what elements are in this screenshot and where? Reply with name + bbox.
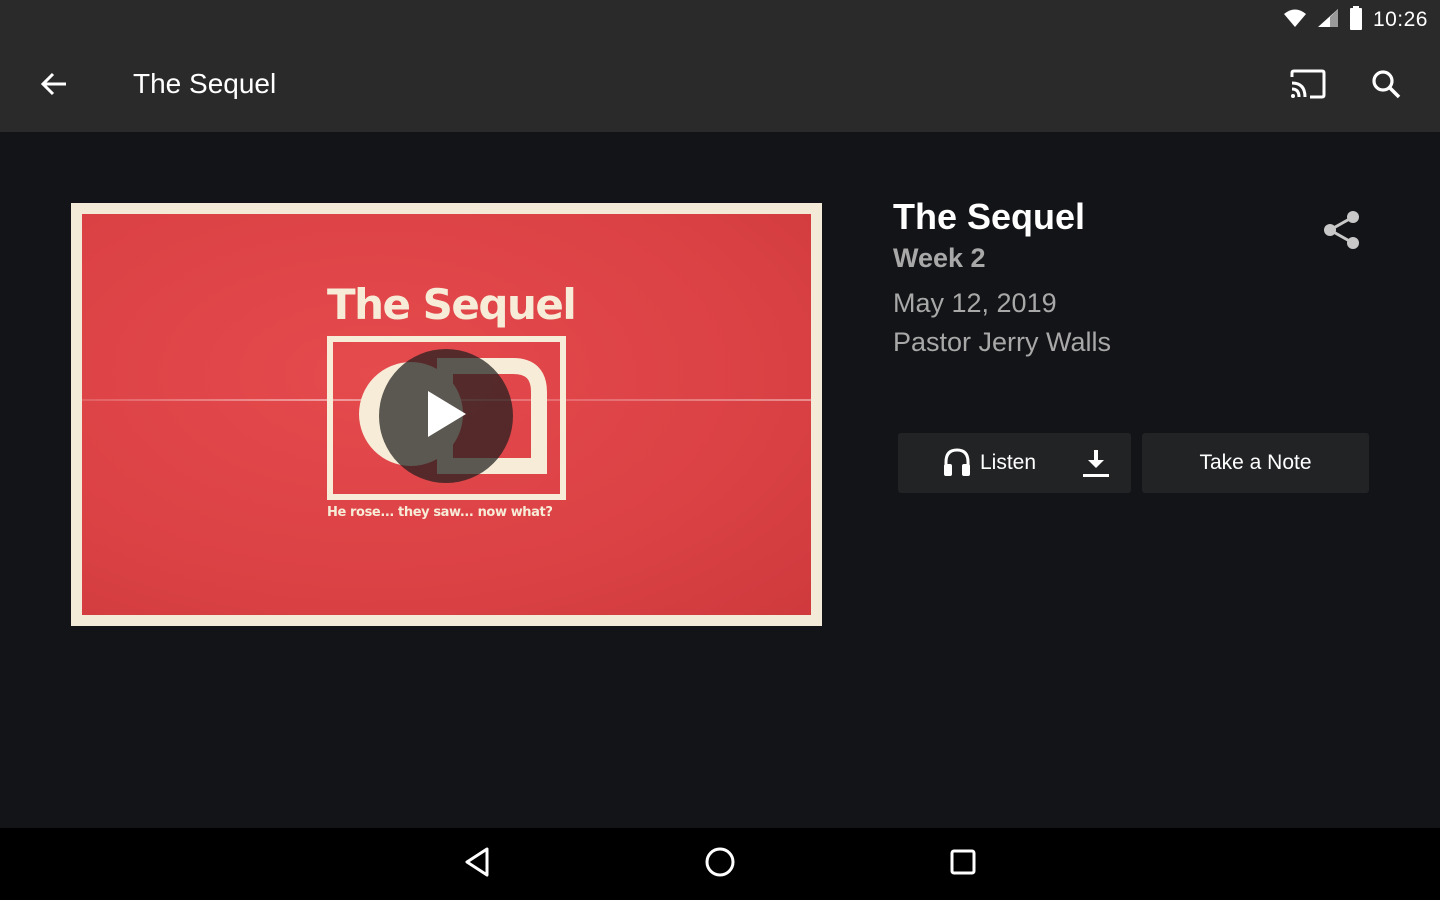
back-button[interactable] bbox=[30, 64, 78, 108]
headphones-icon bbox=[942, 447, 972, 483]
artwork: The Sequel He rose... they saw... now wh… bbox=[82, 214, 811, 615]
signal-icon bbox=[1317, 8, 1339, 33]
share-icon bbox=[1323, 210, 1361, 255]
screen: 10:26 The Sequel The Sequel He rose... t… bbox=[0, 0, 1440, 900]
play-button[interactable] bbox=[379, 349, 513, 483]
nav-recents-button[interactable] bbox=[939, 840, 987, 888]
sermon-video-thumbnail[interactable]: The Sequel He rose... they saw... now wh… bbox=[71, 203, 822, 626]
cast-button[interactable] bbox=[1284, 62, 1332, 110]
take-a-note-button[interactable]: Take a Note bbox=[1142, 433, 1369, 493]
app-bar-title: The Sequel bbox=[133, 68, 277, 99]
nav-back-icon bbox=[463, 846, 493, 883]
sermon-speaker: Pastor Jerry Walls bbox=[893, 327, 1112, 357]
listen-button[interactable]: Listen bbox=[898, 433, 1131, 493]
back-arrow-icon bbox=[40, 70, 68, 103]
battery-icon bbox=[1349, 5, 1363, 35]
navigation-bar bbox=[0, 828, 1440, 900]
sermon-week: Week 2 bbox=[893, 243, 986, 273]
status-time: 10:26 bbox=[1372, 8, 1428, 31]
status-bar: 10:26 bbox=[0, 0, 1440, 40]
take-a-note-label: Take a Note bbox=[1199, 451, 1312, 474]
sermon-date: May 12, 2019 bbox=[893, 288, 1057, 318]
nav-home-button[interactable] bbox=[696, 840, 744, 888]
search-button[interactable] bbox=[1362, 62, 1410, 110]
nav-home-icon bbox=[704, 846, 736, 883]
search-icon bbox=[1371, 69, 1401, 104]
artwork-tagline: He rose... they saw... now what? bbox=[327, 505, 553, 520]
wifi-icon bbox=[1283, 8, 1307, 33]
sermon-title: The Sequel bbox=[893, 196, 1086, 237]
listen-label: Listen bbox=[980, 451, 1037, 474]
status-icons: 10:26 bbox=[1283, 5, 1428, 35]
nav-recents-icon bbox=[949, 848, 977, 881]
download-icon[interactable] bbox=[1080, 447, 1112, 479]
artwork-title: The Sequel bbox=[327, 280, 577, 329]
sermon-details: The Sequel Week 2 May 12, 2019 Pastor Je… bbox=[893, 196, 1111, 359]
cast-icon bbox=[1289, 69, 1327, 104]
nav-back-button[interactable] bbox=[454, 840, 502, 888]
play-icon bbox=[422, 388, 470, 445]
share-button[interactable] bbox=[1316, 206, 1368, 258]
app-bar: The Sequel bbox=[0, 40, 1440, 132]
